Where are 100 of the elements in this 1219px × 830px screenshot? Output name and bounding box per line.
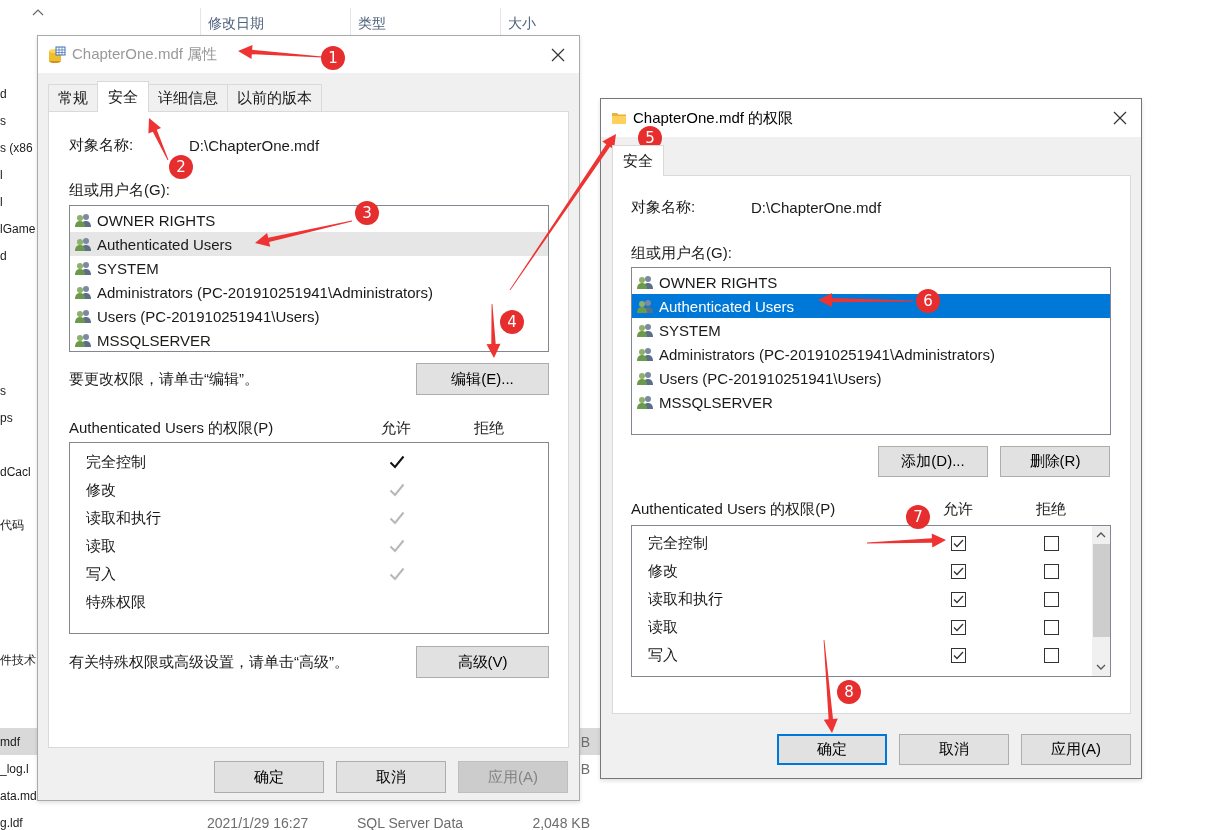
close-icon[interactable] xyxy=(551,47,565,62)
hint-text: 要更改权限，请单击“编辑”。 xyxy=(69,369,259,389)
checkbox[interactable] xyxy=(1044,591,1059,607)
list-item[interactable]: SYSTEM xyxy=(74,259,159,277)
users-icon xyxy=(636,274,654,290)
file-name[interactable]: _log.l xyxy=(0,761,29,776)
checkbox[interactable] xyxy=(951,535,966,551)
file-name[interactable]: 代码 xyxy=(0,518,24,532)
dialog-button[interactable]: 取消 xyxy=(899,734,1009,765)
permission-name: 完全控制 xyxy=(85,452,146,472)
window-title: ChapterOne.mdf 属性 xyxy=(72,45,218,64)
column-header: 拒绝 xyxy=(1035,499,1066,519)
check-icon xyxy=(388,483,405,497)
file-size: B xyxy=(580,760,590,777)
annotation-arrow xyxy=(148,118,169,161)
file-name[interactable]: l xyxy=(0,194,3,209)
chevron-down-icon[interactable] xyxy=(1096,664,1106,670)
file-size: B xyxy=(580,733,590,750)
users-icon xyxy=(74,284,92,300)
file-name[interactable]: lGame xyxy=(0,221,36,236)
dialog-button[interactable]: 应用(A) xyxy=(1021,734,1131,765)
dialog-button[interactable]: 取消 xyxy=(336,761,446,793)
users-icon xyxy=(636,346,654,362)
file-name[interactable]: ata.md xyxy=(0,788,37,803)
checkbox[interactable] xyxy=(951,647,966,663)
checkbox[interactable] xyxy=(951,619,966,635)
check-icon xyxy=(388,511,405,525)
users-icon xyxy=(636,298,654,314)
users-icon xyxy=(636,322,654,338)
list-item[interactable]: OWNER RIGHTS xyxy=(74,211,216,229)
file-name[interactable]: s xyxy=(0,113,6,128)
file-name[interactable]: g.ldf xyxy=(0,815,23,830)
list-item[interactable]: SYSTEM xyxy=(632,318,1110,342)
permissions-label: Authenticated Users 的权限(P) xyxy=(69,418,275,438)
check-icon xyxy=(388,539,405,553)
file-name[interactable]: d xyxy=(0,248,7,263)
permission-name: 读取 xyxy=(85,536,116,556)
checkbox[interactable] xyxy=(1044,535,1059,551)
tab[interactable]: 安全 xyxy=(97,81,149,112)
check-icon xyxy=(388,567,405,581)
field-label: 组或用户名(G): xyxy=(631,243,732,263)
file-name[interactable]: s xyxy=(0,383,6,398)
permission-name: 写入 xyxy=(85,564,116,584)
list-item[interactable]: Administrators (PC-201910251941\Administrators) xyxy=(74,283,433,301)
checkbox[interactable] xyxy=(1044,647,1059,663)
folder-icon xyxy=(611,110,627,126)
remove-button[interactable]: 删除(R) xyxy=(1000,446,1110,477)
tab[interactable]: 常规 xyxy=(48,84,98,111)
dialog-button[interactable]: 确定 xyxy=(214,761,324,793)
chevron-up-icon xyxy=(32,8,44,16)
permissions-label: Authenticated Users 的权限(P) xyxy=(631,499,837,519)
scrollbar[interactable] xyxy=(1092,526,1110,676)
users-icon xyxy=(636,394,654,410)
field-label: 对象名称: xyxy=(631,197,697,217)
hint-text: 有关特殊权限或高级设置，请单击“高级”。 xyxy=(69,652,349,672)
tab[interactable]: 以前的版本 xyxy=(227,84,322,111)
users-icon xyxy=(636,370,654,386)
list-item[interactable]: Users (PC-201910251941\Users) xyxy=(632,366,1110,390)
list-item[interactable]: MSSQLSERVER xyxy=(74,331,211,349)
file-name[interactable]: d xyxy=(0,86,7,101)
edit-button[interactable]: 编辑(E)... xyxy=(416,363,549,395)
users-icon xyxy=(74,236,92,252)
close-icon[interactable] xyxy=(1113,111,1127,125)
column-header: 允许 xyxy=(380,418,411,438)
file-name[interactable]: mdf xyxy=(0,734,20,749)
file-size: 2,048 KB xyxy=(532,814,590,830)
window-title: ChapterOne.mdf 的权限 xyxy=(633,108,794,128)
file-name[interactable]: ps xyxy=(0,410,13,425)
check-icon xyxy=(388,455,405,469)
checkbox[interactable] xyxy=(1044,619,1059,635)
add-button[interactable]: 添加(D)... xyxy=(878,446,988,477)
file-date: 2021/1/29 16:27 xyxy=(207,814,309,830)
permission-name: 修改 xyxy=(85,480,116,500)
permission-name: 特殊权限 xyxy=(85,592,146,612)
file-name[interactable]: l xyxy=(0,167,3,182)
file-name[interactable]: s (x86 xyxy=(0,140,33,155)
permission-name: 修改 xyxy=(647,561,678,581)
dialog-button[interactable]: 确定 xyxy=(777,734,887,765)
permission-name: 读取 xyxy=(647,617,678,637)
chevron-up-icon[interactable] xyxy=(1096,532,1106,538)
annotation-arrow xyxy=(486,304,501,358)
checkbox[interactable] xyxy=(951,563,966,579)
object-name: D:\ChapterOne.mdf xyxy=(189,136,320,154)
checkbox[interactable] xyxy=(1044,563,1059,579)
file-type: SQL Server Data xyxy=(357,814,464,830)
column-header: 允许 xyxy=(942,499,973,519)
list-item[interactable]: Authenticated Users xyxy=(70,232,548,256)
file-name[interactable]: dCacl xyxy=(0,464,31,479)
scrollbar-thumb[interactable] xyxy=(1092,544,1110,637)
list-item[interactable]: Users (PC-201910251941\Users) xyxy=(74,307,320,325)
list-item[interactable]: Administrators (PC-201910251941\Administrators) xyxy=(632,342,1110,366)
permission-name: 完全控制 xyxy=(647,533,708,553)
checkbox[interactable] xyxy=(951,591,966,607)
file-name[interactable]: 件技术 xyxy=(0,653,36,667)
advanced-button[interactable]: 高级(V) xyxy=(416,646,549,678)
users-icon xyxy=(74,260,92,276)
list-item[interactable]: MSSQLSERVER xyxy=(632,390,1110,414)
tab[interactable]: 安全 xyxy=(612,145,664,176)
permission-name: 写入 xyxy=(647,645,678,665)
object-name: D:\ChapterOne.mdf xyxy=(751,198,882,216)
